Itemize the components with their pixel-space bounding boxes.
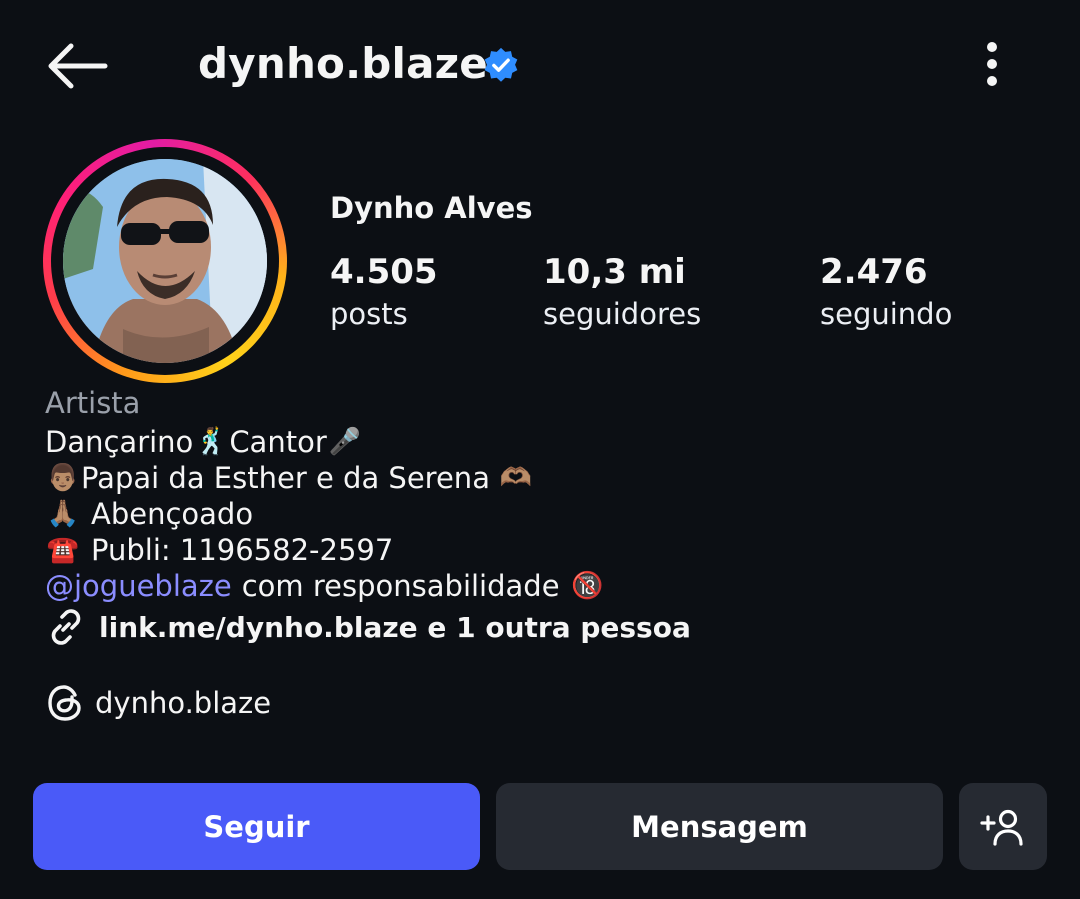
following-count[interactable]: 2.476	[820, 250, 928, 294]
threads-handle[interactable]: dynho.blaze	[95, 686, 271, 720]
bio-text: Dançarino	[45, 425, 194, 459]
bio-text: com responsabilidade	[241, 569, 560, 603]
no-under-18-emoji-icon: 🔞	[571, 571, 604, 601]
bio-line: @jogueblaze com responsabilidade 🔞	[45, 568, 606, 604]
bio-text: Papai da Esther e da Serena	[81, 461, 490, 495]
avatar[interactable]	[63, 159, 267, 363]
followers-count[interactable]: 10,3 mi	[543, 250, 686, 294]
bio-text: Cantor	[229, 425, 327, 459]
bio-line: 👨🏽 Papai da Esther e da Serena 🫶🏽	[45, 460, 534, 496]
bio-link[interactable]: link.me/dynho.blaze e 1 outra pessoa	[45, 604, 691, 650]
telephone-emoji-icon: ☎️	[46, 535, 80, 565]
bio-link-text[interactable]: link.me/dynho.blaze e 1 outra pessoa	[99, 611, 691, 644]
bio-line: Dançarino 🕺 Cantor 🎤	[45, 424, 363, 460]
threads-badge[interactable]: dynho.blaze	[45, 680, 271, 726]
more-options-button[interactable]	[968, 36, 1016, 92]
suggest-people-button[interactable]	[959, 783, 1047, 870]
profile-category: Artista	[45, 386, 141, 420]
profile-username: dynho.blaze	[198, 39, 488, 88]
dancer-emoji-icon: 🕺	[195, 427, 228, 457]
mention-link[interactable]: @jogueblaze	[45, 568, 232, 604]
profile-full-name: Dynho Alves	[330, 191, 533, 225]
followers-label[interactable]: seguidores	[543, 294, 701, 334]
posts-label[interactable]: posts	[330, 294, 408, 334]
following-label[interactable]: seguindo	[820, 294, 952, 334]
microphone-emoji-icon: 🎤	[328, 427, 361, 457]
man-emoji-icon: 👨🏽	[46, 463, 80, 493]
more-vertical-icon	[987, 42, 997, 86]
bio-line: ☎️ Publi: 1196582-2597	[45, 532, 393, 568]
bio-line: 🙏🏽 Abençoado	[45, 496, 253, 532]
follow-button[interactable]: Seguir	[33, 783, 480, 870]
posts-count[interactable]: 4.505	[330, 250, 438, 294]
verified-badge-icon	[484, 47, 518, 82]
bio-text: Publi: 1196582-2597	[91, 533, 394, 567]
praying-hands-emoji-icon: 🙏🏽	[46, 499, 80, 529]
back-button[interactable]	[40, 38, 112, 94]
profile-photo	[63, 159, 267, 363]
add-person-icon	[980, 809, 1023, 846]
heart-hands-emoji-icon: 🫶🏽	[499, 463, 533, 493]
arrow-left-icon	[48, 43, 108, 89]
message-button[interactable]: Mensagem	[496, 783, 943, 870]
threads-icon	[48, 685, 81, 721]
bio-text: Abençoado	[91, 497, 254, 531]
link-icon	[51, 609, 81, 645]
